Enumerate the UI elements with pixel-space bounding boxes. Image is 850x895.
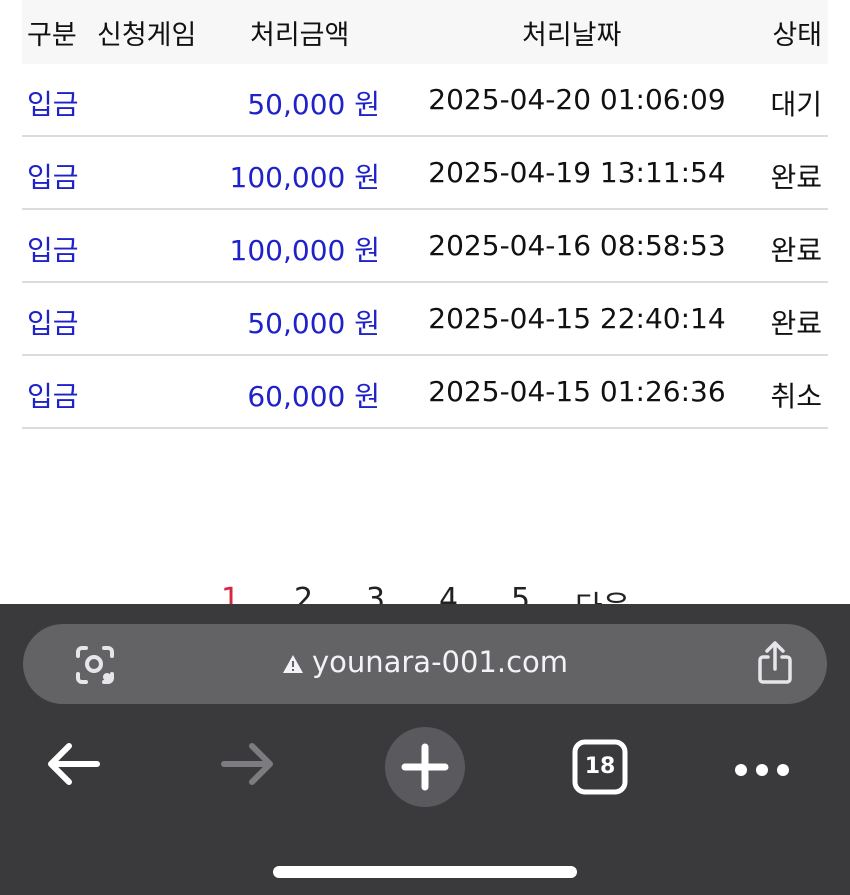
forward-arrow-icon[interactable] bbox=[220, 742, 276, 790]
table-row[interactable]: 입금 100,000 원 2025-04-19 13:11:54 완료 bbox=[22, 137, 828, 210]
tab-count: 18 bbox=[584, 754, 616, 779]
share-icon[interactable] bbox=[755, 640, 795, 690]
header-amount: 처리금액 bbox=[250, 20, 350, 51]
url-display[interactable]: younara-001.com bbox=[23, 645, 827, 681]
row-amount[interactable]: 60,000 원 bbox=[247, 375, 380, 415]
row-date: 2025-04-19 13:11:54 bbox=[428, 156, 726, 189]
row-status: 완료 bbox=[770, 234, 822, 267]
row-type[interactable]: 입금 bbox=[27, 83, 79, 123]
header-game: 신청게임 bbox=[97, 20, 197, 51]
browser-toolbar: younara-001.com 18 bbox=[0, 604, 850, 895]
row-amount[interactable]: 50,000 원 bbox=[247, 302, 380, 342]
header-status: 상태 bbox=[772, 20, 822, 51]
table-row[interactable]: 입금 60,000 원 2025-04-15 01:26:36 취소 bbox=[22, 356, 828, 429]
row-type[interactable]: 입금 bbox=[27, 229, 79, 269]
row-date: 2025-04-20 01:06:09 bbox=[428, 83, 726, 116]
header-date: 처리날짜 bbox=[522, 20, 622, 51]
warning-triangle-icon bbox=[282, 647, 304, 681]
more-dots-icon[interactable] bbox=[734, 762, 790, 781]
table-row[interactable]: 입금 50,000 원 2025-04-20 01:06:09 대기 bbox=[22, 64, 828, 137]
row-type[interactable]: 입금 bbox=[27, 156, 79, 196]
header-type: 구분 bbox=[27, 20, 77, 51]
history-table: 구분 신청게임 처리금액 처리날짜 상태 입금 50,000 원 2025-04… bbox=[22, 0, 828, 429]
address-bar[interactable]: younara-001.com bbox=[23, 624, 827, 704]
table-row[interactable]: 입금 100,000 원 2025-04-16 08:58:53 완료 bbox=[22, 210, 828, 283]
row-amount[interactable]: 100,000 원 bbox=[230, 156, 380, 196]
row-type[interactable]: 입금 bbox=[27, 302, 79, 342]
row-date: 2025-04-16 08:58:53 bbox=[428, 229, 726, 262]
row-status: 취소 bbox=[770, 380, 822, 413]
row-type[interactable]: 입금 bbox=[27, 375, 79, 415]
plus-icon bbox=[401, 743, 449, 791]
row-date: 2025-04-15 22:40:14 bbox=[428, 302, 726, 335]
row-date: 2025-04-15 01:26:36 bbox=[428, 375, 726, 408]
row-amount[interactable]: 50,000 원 bbox=[247, 83, 380, 123]
row-status: 완료 bbox=[770, 161, 822, 194]
home-indicator bbox=[273, 866, 577, 878]
row-status: 완료 bbox=[770, 307, 822, 340]
row-amount[interactable]: 100,000 원 bbox=[230, 229, 380, 269]
back-arrow-icon[interactable] bbox=[45, 742, 101, 790]
table-row[interactable]: 입금 50,000 원 2025-04-15 22:40:14 완료 bbox=[22, 283, 828, 356]
url-text: younara-001.com bbox=[311, 645, 569, 679]
table-header: 구분 신청게임 처리금액 처리날짜 상태 bbox=[22, 0, 828, 64]
tabs-button[interactable]: 18 bbox=[572, 739, 628, 795]
row-status: 대기 bbox=[770, 88, 822, 121]
new-tab-button[interactable] bbox=[385, 727, 465, 807]
